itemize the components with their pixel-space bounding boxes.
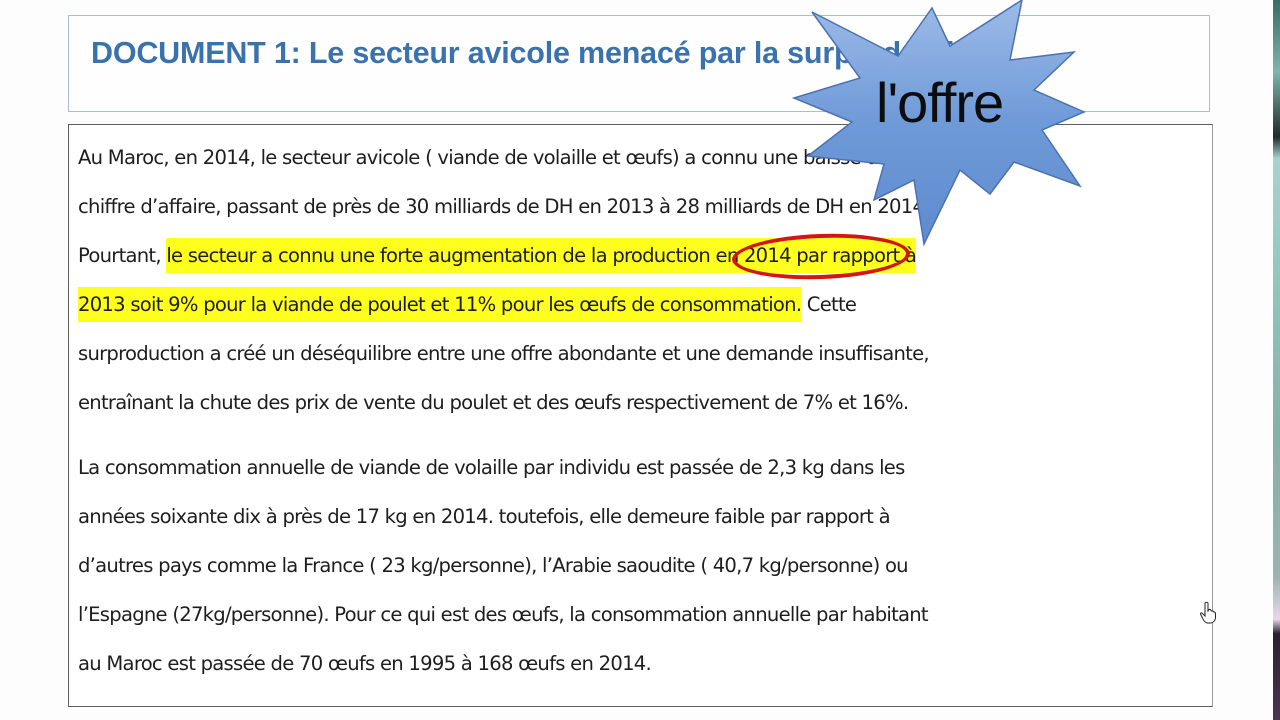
text-plain: Pourtant, — [78, 244, 167, 267]
paragraph-2: La consommation annuelle de viande de vo… — [78, 443, 1203, 688]
highlighted-text: 2013 soit 9% pour la viande de poulet et… — [78, 287, 802, 322]
text-line: années soixante dix à près de 17 kg en 2… — [78, 505, 891, 528]
starburst-label: l'offre — [876, 71, 1004, 134]
background-image-edge — [1273, 0, 1280, 720]
highlighted-text: le secteur a connu une forte augmentatio… — [166, 238, 591, 273]
text-plain: Cette — [801, 293, 857, 316]
text-line: d’autres pays comme la France ( 23 kg/pe… — [78, 554, 909, 577]
text-line: 2013 soit 9% pour la viande de poulet et… — [78, 280, 1203, 329]
text-line: l’Espagne (27kg/personne). Pour ce qui e… — [78, 603, 929, 626]
circled-text: la production — [590, 238, 711, 273]
text-line: au Maroc est passée de 70 œufs en 1995 à… — [78, 652, 652, 675]
hand-pointer-cursor-icon — [1199, 601, 1216, 624]
text-line: La consommation annuelle de viande de vo… — [78, 456, 905, 479]
text-line: entraînant la chute des prix de vente du… — [78, 391, 909, 414]
text-line: surproduction a créé un déséquilibre ent… — [78, 342, 930, 365]
